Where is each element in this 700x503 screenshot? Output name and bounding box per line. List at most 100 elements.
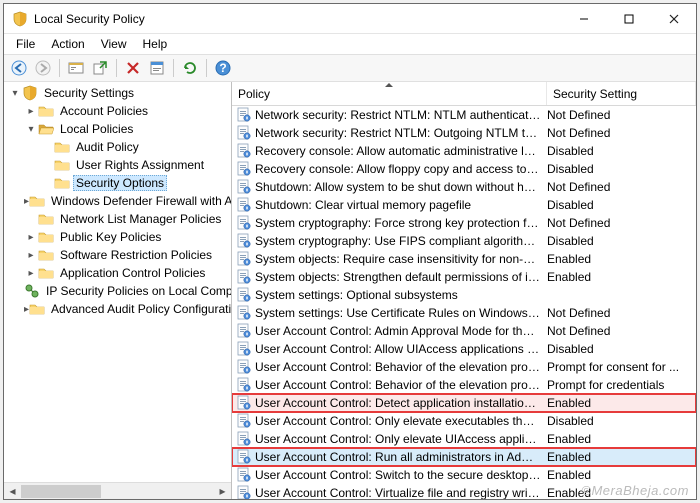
policy-row[interactable]: User Account Control: Allow UIAccess app…	[232, 340, 696, 358]
policy-row[interactable]: User Account Control: Behavior of the el…	[232, 358, 696, 376]
close-button[interactable]	[651, 4, 696, 33]
scroll-right-icon[interactable]: ▸	[214, 483, 231, 500]
policy-setting: Enabled	[547, 396, 696, 410]
delete-button[interactable]	[122, 57, 144, 79]
tree-root-security-settings[interactable]: ▾ Security Settings	[4, 84, 231, 102]
column-policy[interactable]: Policy	[232, 82, 547, 105]
window-title: Local Security Policy	[34, 12, 561, 26]
properties-button[interactable]	[146, 57, 168, 79]
policy-row[interactable]: Recovery console: Allow automatic admini…	[232, 142, 696, 160]
menu-file[interactable]: File	[8, 35, 43, 53]
help-button[interactable]	[212, 57, 234, 79]
scroll-track[interactable]	[21, 483, 214, 500]
tree-item-audit-policy[interactable]: Audit Policy	[4, 138, 231, 156]
app-window: Local Security Policy File Action View H…	[3, 3, 697, 500]
policy-row[interactable]: System cryptography: Force strong key pr…	[232, 214, 696, 232]
policy-row[interactable]: Network security: Restrict NTLM: NTLM au…	[232, 106, 696, 124]
policy-setting: Not Defined	[547, 216, 696, 230]
folder-icon	[29, 193, 45, 209]
tree-label: User Rights Assignment	[73, 157, 207, 173]
policy-row[interactable]: User Account Control: Run all administra…	[232, 448, 696, 466]
policy-row[interactable]: User Account Control: Only elevate UIAcc…	[232, 430, 696, 448]
policy-row[interactable]: System settings: Optional subsystems	[232, 286, 696, 304]
tree-item-security-options[interactable]: Security Options	[4, 174, 231, 192]
expand-icon[interactable]: ▸	[24, 268, 38, 279]
tree-item-account-policies[interactable]: ▸ Account Policies	[4, 102, 231, 120]
policy-row[interactable]: User Account Control: Behavior of the el…	[232, 376, 696, 394]
policy-name: System settings: Use Certificate Rules o…	[255, 306, 547, 320]
tree-item-nlm[interactable]: Network List Manager Policies	[4, 210, 231, 228]
tree-item-user-rights[interactable]: User Rights Assignment	[4, 156, 231, 174]
folder-icon	[54, 175, 70, 191]
policy-setting: Enabled	[547, 432, 696, 446]
tree-item-audit-conf[interactable]: ▸ Advanced Audit Policy Configuration	[4, 300, 231, 318]
policy-name: User Account Control: Allow UIAccess app…	[255, 342, 547, 356]
policy-name: User Account Control: Run all administra…	[255, 450, 547, 464]
tree-item-ipsec[interactable]: IP Security Policies on Local Compute	[4, 282, 231, 300]
tree-pane: ▾ Security Settings ▸ Account Policies ▾…	[4, 82, 232, 499]
tree-item-srp[interactable]: ▸ Software Restriction Policies	[4, 246, 231, 264]
policy-icon	[236, 395, 252, 411]
tree-label: Software Restriction Policies	[57, 247, 215, 263]
back-button[interactable]	[8, 57, 30, 79]
policy-icon	[236, 377, 252, 393]
policy-name: System settings: Optional subsystems	[255, 288, 547, 302]
minimize-button[interactable]	[561, 4, 606, 33]
policy-name: Shutdown: Allow system to be shut down w…	[255, 180, 547, 194]
policy-name: Network security: Restrict NTLM: Outgoin…	[255, 126, 547, 140]
scroll-thumb[interactable]	[21, 485, 101, 498]
horizontal-scrollbar[interactable]: ◂ ▸	[4, 482, 231, 499]
menu-help[interactable]: Help	[135, 35, 176, 53]
folder-icon	[29, 301, 45, 317]
policy-row[interactable]: System cryptography: Use FIPS compliant …	[232, 232, 696, 250]
tree-item-acp[interactable]: ▸ Application Control Policies	[4, 264, 231, 282]
maximize-button[interactable]	[606, 4, 651, 33]
refresh-button[interactable]	[179, 57, 201, 79]
policy-name: Shutdown: Clear virtual memory pagefile	[255, 198, 547, 212]
tree-item-pubkey[interactable]: ▸ Public Key Policies	[4, 228, 231, 246]
menu-action[interactable]: Action	[43, 35, 92, 53]
policy-row[interactable]: User Account Control: Detect application…	[232, 394, 696, 412]
show-hide-tree-button[interactable]	[65, 57, 87, 79]
policy-row[interactable]: Shutdown: Clear virtual memory pagefileD…	[232, 196, 696, 214]
policy-setting: Disabled	[547, 198, 696, 212]
menu-view[interactable]: View	[93, 35, 135, 53]
policy-row[interactable]: System objects: Require case insensitivi…	[232, 250, 696, 268]
tree-item-firewall[interactable]: ▸ Windows Defender Firewall with Adva	[4, 192, 231, 210]
expand-icon[interactable]: ▸	[24, 232, 38, 243]
policy-icon	[236, 143, 252, 159]
collapse-icon[interactable]: ▾	[8, 88, 22, 99]
policy-setting: Enabled	[547, 270, 696, 284]
forward-button[interactable]	[32, 57, 54, 79]
policy-row[interactable]: User Account Control: Only elevate execu…	[232, 412, 696, 430]
policy-row[interactable]: Network security: Restrict NTLM: Outgoin…	[232, 124, 696, 142]
collapse-icon[interactable]: ▾	[24, 124, 38, 135]
policy-row[interactable]: User Account Control: Admin Approval Mod…	[232, 322, 696, 340]
column-setting[interactable]: Security Setting	[547, 82, 696, 105]
policy-row[interactable]: Shutdown: Allow system to be shut down w…	[232, 178, 696, 196]
policy-name: User Account Control: Behavior of the el…	[255, 360, 547, 374]
policy-row[interactable]: System settings: Use Certificate Rules o…	[232, 304, 696, 322]
policy-row[interactable]: System objects: Strengthen default permi…	[232, 268, 696, 286]
policy-setting: Enabled	[547, 468, 696, 482]
folder-icon	[38, 103, 54, 119]
policy-row[interactable]: User Account Control: Switch to the secu…	[232, 466, 696, 484]
expand-icon[interactable]: ▸	[24, 106, 38, 117]
tree-label: Network List Manager Policies	[57, 211, 224, 227]
policy-name: User Account Control: Detect application…	[255, 396, 547, 410]
network-icon	[24, 283, 40, 299]
expand-icon[interactable]: ▸	[24, 250, 38, 261]
policy-setting: Enabled	[547, 450, 696, 464]
shield-icon	[22, 85, 38, 101]
tree-label: Account Policies	[57, 103, 151, 119]
column-label: Security Setting	[553, 87, 637, 101]
scroll-left-icon[interactable]: ◂	[4, 483, 21, 500]
tree-label: Security Settings	[41, 85, 137, 101]
policy-icon	[236, 305, 252, 321]
export-list-button[interactable]	[89, 57, 111, 79]
toolbar-separator	[59, 59, 60, 77]
tree-label: Advanced Audit Policy Configuration	[48, 301, 232, 317]
tree-item-local-policies[interactable]: ▾ Local Policies	[4, 120, 231, 138]
content-panes: ▾ Security Settings ▸ Account Policies ▾…	[4, 82, 696, 499]
policy-row[interactable]: Recovery console: Allow floppy copy and …	[232, 160, 696, 178]
